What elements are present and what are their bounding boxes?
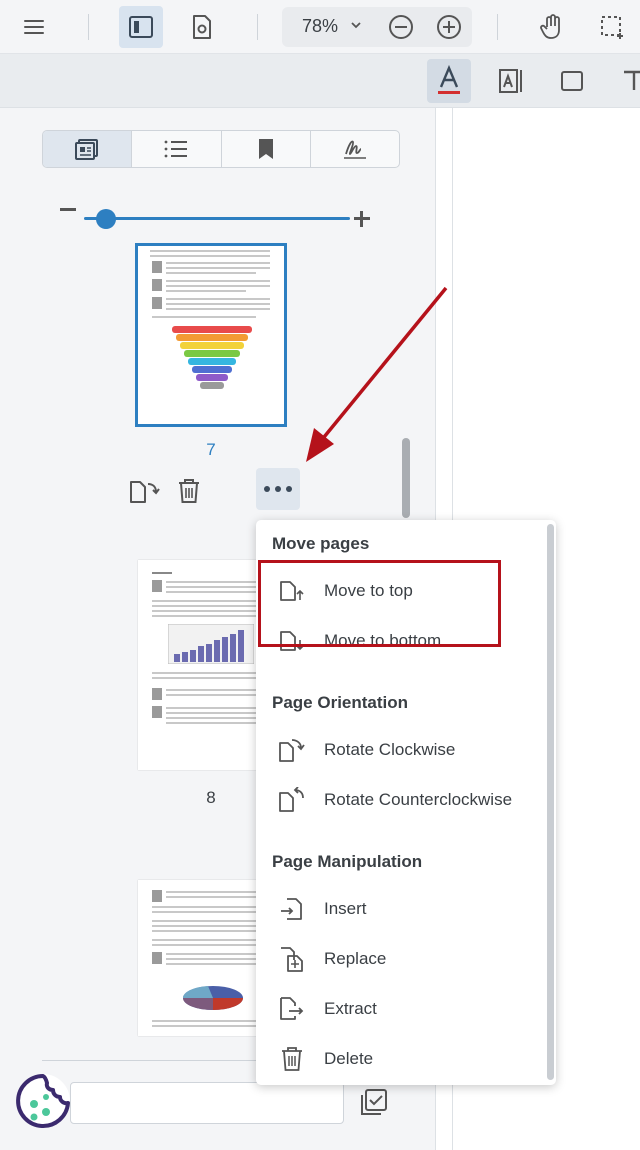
section-move-pages: Move pages [272, 534, 370, 553]
text-color-button[interactable] [427, 59, 471, 103]
zoom-in-icon[interactable] [436, 14, 462, 40]
select-region-icon [601, 16, 623, 39]
extract-label: Extract [324, 999, 377, 1018]
zoom-value: 78% [302, 16, 339, 36]
tab-bookmarks[interactable] [222, 131, 311, 167]
section-page-manipulation: Page Manipulation [272, 852, 423, 871]
replace-page-icon [281, 947, 303, 972]
toggle-panel-button[interactable] [119, 6, 163, 48]
page-input[interactable] [70, 1082, 344, 1124]
extract-page-icon [280, 997, 304, 1020]
more-icon [264, 486, 292, 492]
select-region-button[interactable] [590, 6, 634, 48]
pan-button[interactable] [530, 6, 574, 48]
highlight-annotation [258, 560, 501, 647]
funnel-diagram [172, 326, 252, 389]
text-field-button[interactable] [489, 59, 533, 103]
pie-chart-graphic [182, 986, 243, 1010]
insert-page-icon [281, 898, 302, 920]
page-thumbnail[interactable] [135, 243, 287, 427]
signature-icon [343, 140, 366, 159]
menu-icon [24, 20, 44, 34]
rotate-clockwise-icon [279, 739, 305, 762]
menu-scrollbar[interactable] [547, 524, 554, 1080]
settings-doc-icon [193, 15, 211, 39]
delete-label: Delete [324, 1049, 374, 1068]
text-tool-button[interactable] [612, 59, 640, 103]
more-options-button[interactable] [256, 468, 300, 510]
rectangle-tool-button[interactable] [550, 59, 594, 103]
page-number: 8 [206, 788, 216, 807]
tab-outline[interactable] [132, 131, 222, 167]
page-context-menu: Move pages Move to top Move to bottom Pa… [256, 520, 556, 1085]
pdf-viewer: 78% 7 8 Move pages Move to top Move to b… [0, 0, 640, 1150]
annotation-toolbar [0, 54, 640, 108]
rotate-clockwise-label: Rotate Clockwise [324, 740, 456, 759]
bookmark-icon [258, 139, 273, 159]
chevron-down-icon [351, 22, 361, 29]
document-settings-button[interactable] [180, 6, 224, 48]
thumbnails-icon [75, 139, 99, 160]
rotate-counterclockwise-item[interactable]: Rotate Counterclockwise [272, 779, 542, 821]
section-page-orientation: Page Orientation [272, 693, 409, 712]
rotate-counterclockwise-label: Rotate Counterclockwise [324, 790, 513, 809]
rotate-counterclockwise-icon [279, 787, 304, 812]
insert-item[interactable]: Insert [272, 888, 542, 930]
thumbnail-zoom-out-icon[interactable] [60, 208, 76, 211]
annotation-arrow [306, 286, 448, 462]
text-color-icon [438, 65, 460, 94]
replace-item[interactable]: Replace [272, 938, 542, 980]
text-icon [624, 70, 640, 90]
delete-page-icon[interactable] [176, 477, 202, 505]
replace-label: Replace [324, 949, 387, 968]
thumbnail-size-slider[interactable] [84, 217, 350, 220]
insert-label: Insert [324, 899, 367, 918]
tab-thumbnails[interactable] [43, 131, 133, 167]
trash-icon [282, 1047, 302, 1071]
multi-select-icon[interactable] [360, 1088, 388, 1116]
rectangle-icon [561, 71, 583, 91]
text-field-icon [499, 69, 522, 93]
bar-chart-graphic [168, 624, 254, 664]
zoom-dropdown[interactable]: 78% [282, 7, 472, 47]
zoom-out-icon[interactable] [388, 14, 414, 40]
pan-hand-icon [540, 14, 560, 39]
delete-item[interactable]: Delete [272, 1038, 542, 1080]
slider-handle[interactable] [96, 209, 116, 229]
extract-item[interactable]: Extract [272, 988, 542, 1030]
cookie-icon[interactable] [14, 1072, 72, 1130]
page-number: 7 [206, 440, 216, 459]
toolbar-divider [88, 14, 89, 40]
rotate-page-icon[interactable] [128, 478, 160, 506]
list-icon [164, 140, 188, 158]
panel-tabs [42, 130, 400, 168]
toolbar-divider [497, 14, 498, 40]
tab-signatures[interactable] [311, 131, 399, 167]
rotate-clockwise-item[interactable]: Rotate Clockwise [272, 729, 542, 771]
menu-button[interactable] [12, 6, 56, 48]
toolbar-divider [257, 14, 258, 40]
top-toolbar: 78% [0, 0, 640, 54]
toggle-panel-icon [129, 16, 153, 38]
